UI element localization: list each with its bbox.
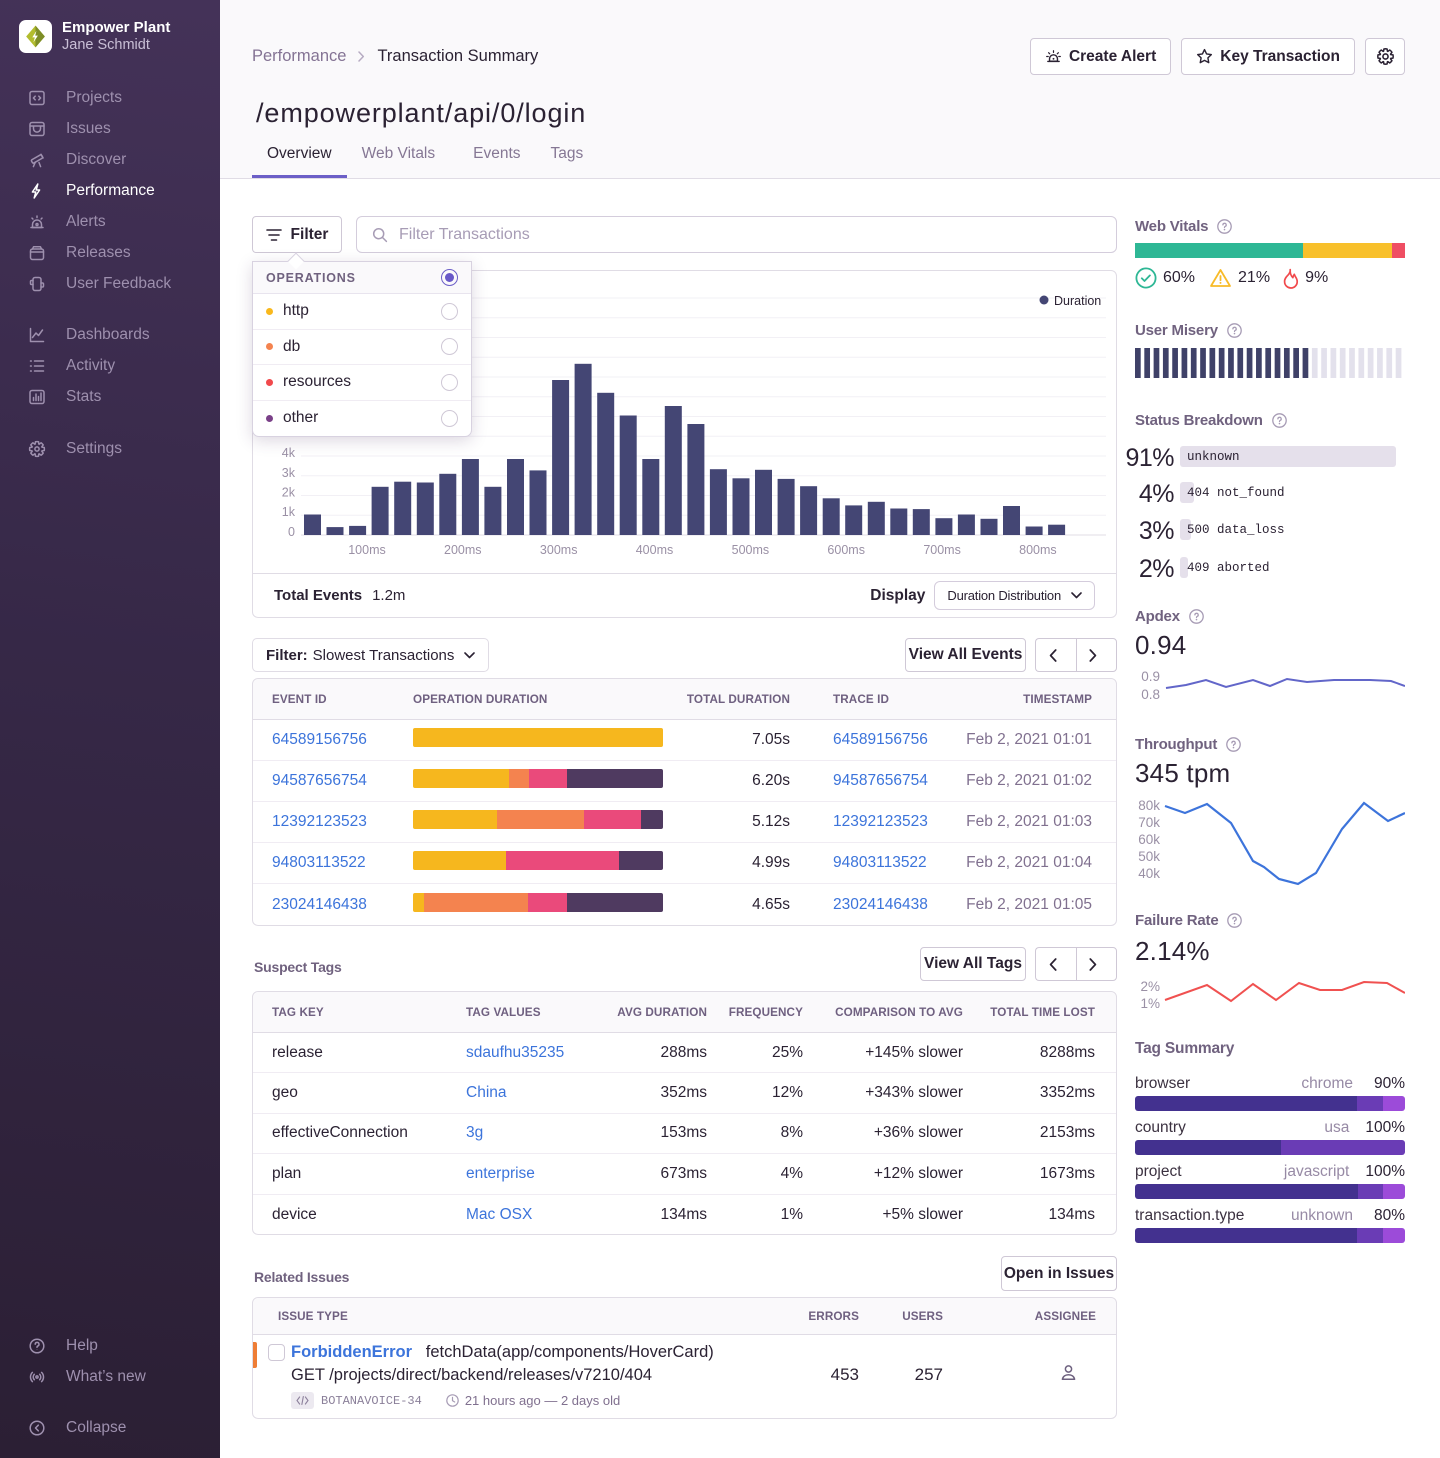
svg-text:800ms: 800ms <box>1019 543 1057 557</box>
svg-text:400ms: 400ms <box>636 543 674 557</box>
svg-text:80k: 80k <box>1138 798 1160 813</box>
svg-text:2k: 2k <box>282 486 296 500</box>
svg-text:0: 0 <box>288 525 295 539</box>
svg-text:1%: 1% <box>1140 996 1160 1011</box>
svg-text:40k: 40k <box>1138 866 1160 881</box>
svg-text:500ms: 500ms <box>732 543 770 557</box>
svg-text:1k: 1k <box>282 505 296 519</box>
svg-text:700ms: 700ms <box>923 543 961 557</box>
svg-text:2%: 2% <box>1140 979 1160 994</box>
svg-text:Duration: Duration <box>1054 294 1101 308</box>
svg-text:0.9: 0.9 <box>1141 669 1160 684</box>
svg-text:600ms: 600ms <box>827 543 865 557</box>
svg-text:200ms: 200ms <box>444 543 482 557</box>
svg-text:3k: 3k <box>282 466 296 480</box>
svg-text:50k: 50k <box>1138 849 1160 864</box>
svg-text:300ms: 300ms <box>540 543 578 557</box>
svg-text:60k: 60k <box>1138 832 1160 847</box>
svg-text:100ms: 100ms <box>348 543 386 557</box>
svg-text:70k: 70k <box>1138 815 1160 830</box>
svg-text:0.8: 0.8 <box>1141 687 1160 702</box>
svg-text:4k: 4k <box>282 446 296 460</box>
